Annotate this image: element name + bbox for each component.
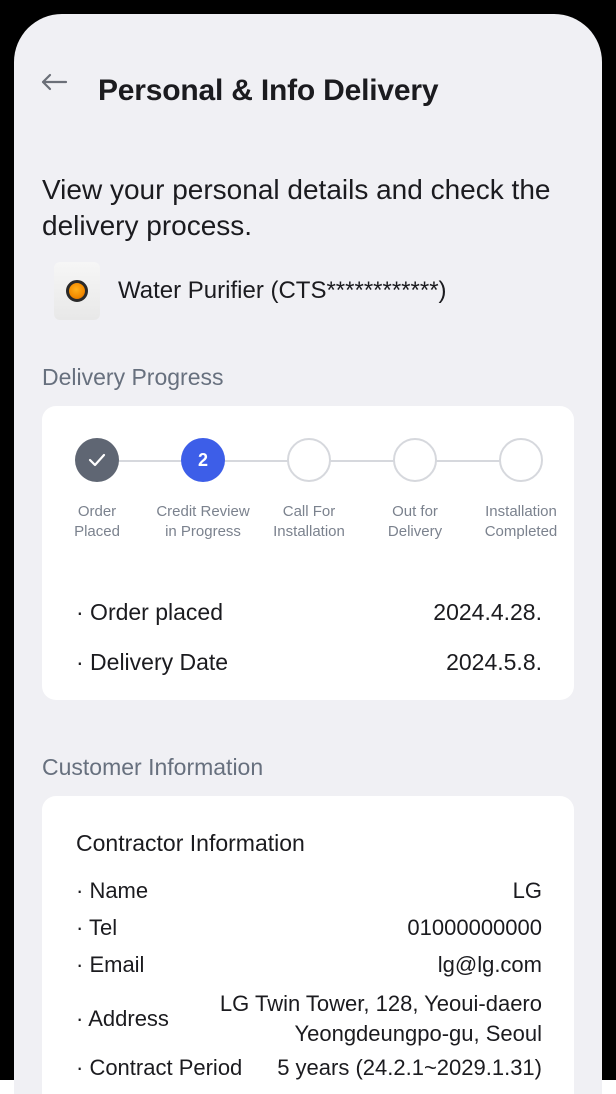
- delivery-date-value: 2024.5.8.: [446, 649, 542, 675]
- checkmark-icon: [88, 453, 106, 467]
- delivery-section-title: Delivery Progress: [42, 364, 224, 390]
- page-title: Personal & Info Delivery: [98, 74, 439, 107]
- step-4-label: Out for Delivery: [387, 503, 443, 540]
- step-5-label: Installation Completed: [484, 503, 558, 540]
- step-2-circle: 2: [181, 438, 225, 482]
- product-indicator: [66, 280, 88, 302]
- back-button[interactable]: [36, 64, 72, 100]
- name-value: LG: [512, 878, 542, 903]
- order-placed-label: · Order placed: [76, 599, 224, 625]
- contract-period-row: · Contract Period 5 years (24.2.1~2029.1…: [76, 1055, 542, 1081]
- contract-period-value: 5 years (24.2.1~2029.1.31): [277, 1055, 542, 1080]
- arrow-left-icon: [41, 73, 68, 91]
- page-header: Personal & Info Delivery: [14, 14, 602, 154]
- step-credit-review: 2 Credit Review in Progress: [148, 438, 258, 542]
- name-row: · Name LG: [76, 878, 542, 904]
- delivery-progress-card: Order Placed 2 Credit Review in Progress…: [42, 406, 574, 700]
- step-installation-completed: Installation Completed: [466, 438, 576, 542]
- app-screen: Personal & Info Delivery View your perso…: [14, 14, 602, 1094]
- email-value: lg@lg.com: [437, 952, 542, 977]
- address-row: · Address LG Twin Tower, 128, Yeoui-daer…: [76, 989, 542, 1049]
- name-label: · Name: [76, 878, 149, 903]
- step-3-label: Call For Installation: [273, 503, 345, 540]
- tel-label: · Tel: [76, 915, 118, 940]
- tel-row: · Tel 01000000000: [76, 915, 542, 941]
- step-call-for-installation: Call For Installation: [254, 438, 364, 542]
- address-value: LG Twin Tower, 128, Yeoui-daero Yeongdeu…: [219, 991, 542, 1046]
- step-4-circle: [393, 438, 437, 482]
- email-row: · Email lg@lg.com: [76, 952, 542, 978]
- intro-text: View your personal details and check the…: [42, 174, 551, 241]
- step-order-placed: Order Placed: [42, 438, 152, 542]
- step-3-circle: [287, 438, 331, 482]
- product-summary: Water Purifier (CTS************): [54, 260, 447, 322]
- contract-period-label: · Contract Period: [76, 1055, 243, 1080]
- water-purifier-thumbnail: [54, 262, 100, 320]
- address-label: · Address: [76, 1006, 169, 1031]
- step-1-circle: [75, 438, 119, 482]
- customer-info-card: Contractor Information · Name LG · Tel 0…: [42, 796, 574, 1094]
- order-placed-value: 2024.4.28.: [433, 599, 542, 625]
- phone-frame: Personal & Info Delivery View your perso…: [0, 0, 616, 1094]
- step-1-label: Order Placed: [74, 503, 120, 540]
- step-out-for-delivery: Out for Delivery: [360, 438, 470, 542]
- delivery-date-row: · Delivery Date 2024.5.8.: [76, 649, 542, 676]
- order-placed-row: · Order placed 2024.4.28.: [76, 599, 542, 626]
- product-name: Water Purifier (CTS************): [118, 277, 447, 304]
- customer-section-title: Customer Information: [42, 754, 264, 780]
- step-5-circle: [499, 438, 543, 482]
- tel-value: 01000000000: [407, 915, 542, 940]
- contractor-info-heading: Contractor Information: [76, 830, 305, 856]
- email-label: · Email: [76, 952, 145, 977]
- step-2-label: Credit Review in Progress: [156, 503, 250, 540]
- delivery-date-label: · Delivery Date: [76, 649, 229, 675]
